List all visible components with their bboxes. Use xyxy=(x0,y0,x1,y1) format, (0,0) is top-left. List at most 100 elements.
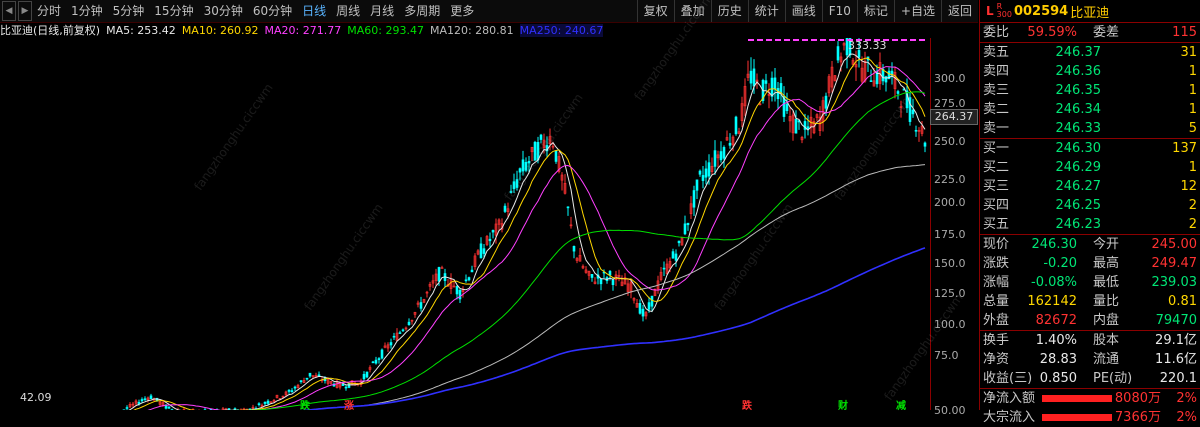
ma250-line xyxy=(4,248,925,410)
candle-body xyxy=(675,254,677,260)
stat-value: 79470 xyxy=(1156,311,1197,330)
tab-period[interactable]: 15分钟 xyxy=(149,0,198,22)
book-price: 246.29 xyxy=(1056,158,1102,177)
candle-body xyxy=(492,230,494,232)
chevron-right-icon[interactable]: ▶ xyxy=(18,1,32,21)
flow-bar xyxy=(1042,414,1112,421)
candle-body xyxy=(393,336,395,337)
fund-value: 29.1亿 xyxy=(1155,331,1197,350)
fund-label: 流通 xyxy=(1093,350,1119,369)
current-price-flag: 264.37 xyxy=(930,109,978,125)
tab-period[interactable]: 分时 xyxy=(32,0,66,22)
candle-body xyxy=(777,88,779,98)
candle-body xyxy=(408,322,410,325)
candle-body xyxy=(825,96,827,108)
r-mark-sub: 300 xyxy=(997,10,1012,19)
candle-body xyxy=(705,169,707,177)
tool-button[interactable]: 画线 xyxy=(785,0,822,22)
candle-body xyxy=(402,330,404,331)
fund-value: 220.1 xyxy=(1160,369,1197,388)
stat-row: 涨跌 -0.20 最高 249.47 xyxy=(980,254,1200,273)
tool-button[interactable]: 标记 xyxy=(857,0,894,22)
weibi-label: 委比 xyxy=(983,23,1009,42)
stat-label: 涨幅 xyxy=(983,273,1009,292)
chart-title: 比亚迪(日线,前复权) xyxy=(0,22,100,38)
fund-label: 换手 xyxy=(983,331,1009,350)
tab-period[interactable]: 60分钟 xyxy=(248,0,297,22)
tab-period[interactable]: 更多 xyxy=(445,0,479,22)
candle-body xyxy=(504,206,506,211)
tool-button[interactable]: 统计 xyxy=(748,0,785,22)
book-row[interactable]: 卖五 246.37 31 xyxy=(980,43,1200,62)
book-row[interactable]: 卖一 246.33 5 xyxy=(980,119,1200,138)
chevron-left-icon[interactable]: ◀ xyxy=(2,1,16,21)
tool-button[interactable]: +自选 xyxy=(894,0,941,22)
candle-body xyxy=(420,302,422,308)
tab-period[interactable]: 1分钟 xyxy=(66,0,108,22)
ma20-value: MA20: 271.77 xyxy=(265,24,342,37)
high-label: 333.33 xyxy=(848,39,887,52)
book-row[interactable]: 卖二 246.34 1 xyxy=(980,100,1200,119)
tab-period[interactable]: 日线 xyxy=(297,0,331,22)
y-tick-label: 200.0 xyxy=(934,196,966,209)
book-volume: 1 xyxy=(1189,62,1197,81)
candle-body xyxy=(651,296,653,306)
book-price: 246.25 xyxy=(1056,196,1102,215)
flow-value: 8080万 xyxy=(1115,389,1161,408)
weibi-value: 59.59% xyxy=(1027,23,1077,42)
candle-body xyxy=(642,309,644,316)
book-row[interactable]: 买二 246.29 1 xyxy=(980,158,1200,177)
book-volume: 12 xyxy=(1180,177,1197,196)
flow-value: 7366万 xyxy=(1115,408,1161,427)
book-row[interactable]: 买一 246.30 137 xyxy=(980,139,1200,158)
stock-code: 002594 xyxy=(1014,4,1068,19)
tool-button[interactable]: F10 xyxy=(822,0,857,22)
stat-label: 内盘 xyxy=(1093,311,1119,330)
candle-body xyxy=(150,396,152,399)
tab-period[interactable]: 多周期 xyxy=(399,0,445,22)
candle-body xyxy=(699,171,701,174)
book-level-label: 卖二 xyxy=(983,100,1009,119)
candle-body xyxy=(897,91,899,93)
candle-body xyxy=(144,399,146,400)
flow-pct: 2% xyxy=(1176,408,1197,427)
tool-button[interactable]: 复权 xyxy=(637,0,674,22)
y-tick-label: 150.0 xyxy=(934,257,966,270)
book-volume: 1 xyxy=(1189,81,1197,100)
stat-value: 245.00 xyxy=(1152,235,1198,254)
book-row[interactable]: 卖三 246.35 1 xyxy=(980,81,1200,100)
candle-body xyxy=(684,224,686,234)
book-row[interactable]: 买四 246.25 2 xyxy=(980,196,1200,215)
flow-bar xyxy=(1042,395,1112,402)
tab-period[interactable]: 5分钟 xyxy=(108,0,150,22)
candle-body xyxy=(378,358,380,359)
y-tick-label: 300.0 xyxy=(934,72,966,85)
candle-body xyxy=(465,280,467,281)
book-row[interactable]: 买五 246.23 2 xyxy=(980,215,1200,234)
y-tick-label: 250.0 xyxy=(934,135,966,148)
candle-body xyxy=(264,402,266,403)
tab-period[interactable]: 周线 xyxy=(331,0,365,22)
book-volume: 5 xyxy=(1189,119,1197,138)
candle-body xyxy=(774,78,776,89)
book-row[interactable]: 买三 246.27 12 xyxy=(980,177,1200,196)
candle-body xyxy=(309,373,311,376)
book-row[interactable]: 卖四 246.36 1 xyxy=(980,62,1200,81)
tab-period[interactable]: 30分钟 xyxy=(199,0,248,22)
tool-button[interactable]: 返回 xyxy=(941,0,978,22)
candle-body xyxy=(612,280,614,285)
quote-panel: L R300 002594 比亚迪 委比 59.59% 委差 115 卖五 24… xyxy=(979,0,1200,410)
r-mark: R300 xyxy=(997,3,1012,19)
tool-button[interactable]: 历史 xyxy=(711,0,748,22)
fundamental-row: 净资 28.83 流通 11.6亿 xyxy=(980,350,1200,369)
candle-body xyxy=(459,290,461,299)
book-level-label: 卖五 xyxy=(983,43,1009,62)
candle-body xyxy=(375,360,377,363)
tab-period[interactable]: 月线 xyxy=(365,0,399,22)
ma10-value: MA10: 260.92 xyxy=(182,24,259,37)
candle-body xyxy=(456,286,458,294)
book-level-label: 买五 xyxy=(983,215,1009,234)
fundamental-row: 收益(三) 0.850 PE(动) 220.1 xyxy=(980,369,1200,388)
y-tick-label: 175.0 xyxy=(934,228,966,241)
candlestick-chart[interactable] xyxy=(0,38,978,410)
